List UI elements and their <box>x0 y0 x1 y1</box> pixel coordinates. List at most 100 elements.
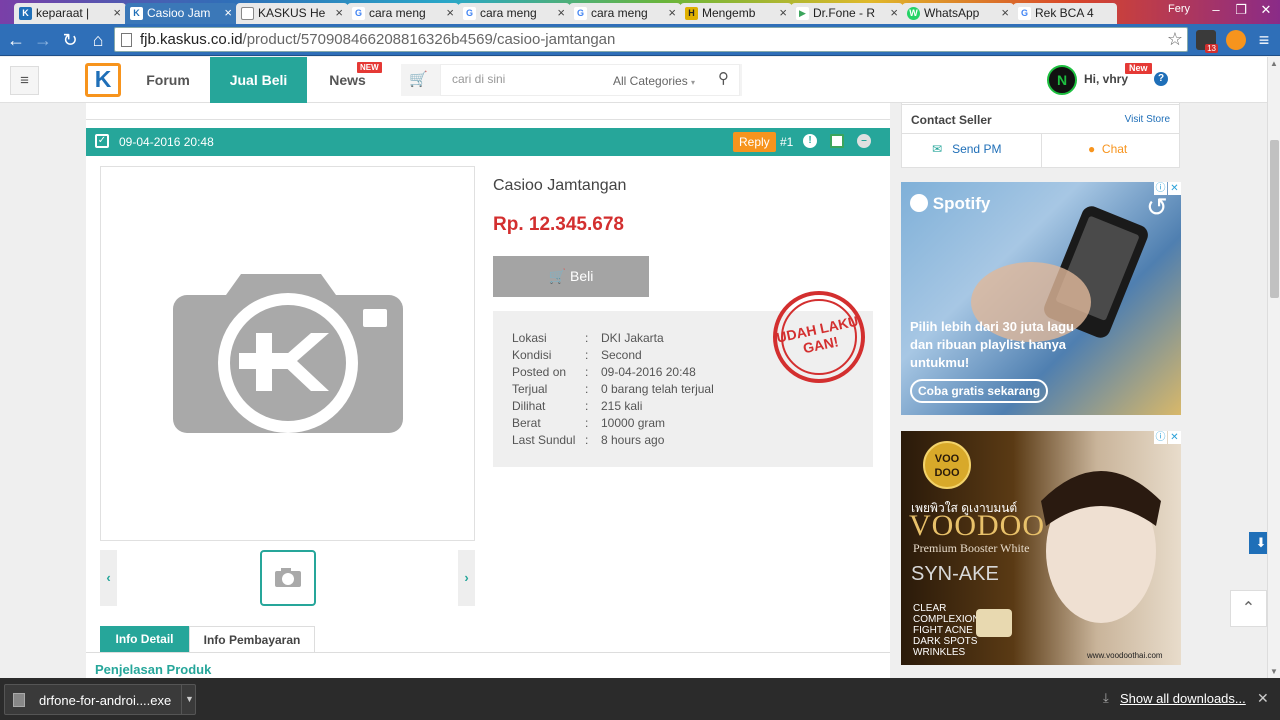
bookmark-star-icon[interactable]: ☆ <box>1167 29 1183 50</box>
browser-menu-icon[interactable]: ≡ <box>1252 28 1276 52</box>
ad-close-icon[interactable]: ✕ <box>1168 182 1181 195</box>
page-favicon-icon <box>241 7 254 20</box>
spotify-ad[interactable]: ⓘ ✕ Spotify ↺ Pilih lebih dari 30 juta l… <box>901 182 1181 415</box>
browser-tab[interactable]: W WhatsApp × <box>902 3 1014 24</box>
close-tab-icon[interactable]: × <box>224 5 232 20</box>
chat-button[interactable]: ● Chat <box>1088 142 1127 156</box>
detail-value: DKI Jakarta <box>601 331 664 345</box>
google-favicon-icon: G <box>1018 7 1031 20</box>
close-tab-icon[interactable]: × <box>446 5 454 20</box>
scroll-to-top-button[interactable]: ⌃ <box>1230 590 1267 627</box>
download-bar: drfone-for-androi....exe ▼ ⤓ Show all do… <box>0 678 1280 720</box>
browser-tab[interactable]: Gcara meng × <box>569 3 681 24</box>
ad-cta-button[interactable]: Coba gratis sekarang <box>910 379 1049 403</box>
close-download-bar-icon[interactable]: ✕ <box>1257 690 1269 707</box>
tab-info-detail[interactable]: Info Detail <box>100 626 189 653</box>
detail-key: Last Sundul <box>512 433 576 447</box>
tab-title: Casioo Jam <box>147 6 211 20</box>
send-pm-button[interactable]: ✉ Send PM <box>932 142 1001 156</box>
avatar[interactable]: N <box>1047 65 1077 95</box>
scroll-up-icon[interactable]: ▲ <box>1270 59 1278 68</box>
forward-icon[interactable]: → <box>31 28 55 52</box>
nav-jual-beli[interactable]: Jual Beli <box>210 57 307 103</box>
extension-icon[interactable]: 13 <box>1196 30 1218 53</box>
restore-icon[interactable]: ❐ <box>1230 2 1252 18</box>
download-arrow-icon[interactable]: ⬇ <box>1249 532 1267 554</box>
kaskus-logo[interactable]: K <box>85 63 121 97</box>
page-scrollbar[interactable]: ▲ ▼ <box>1267 57 1280 678</box>
download-item[interactable]: drfone-for-androi....exe ▼ <box>4 684 196 715</box>
tab-title: cara meng <box>591 6 648 20</box>
collapse-icon[interactable]: – <box>857 134 871 148</box>
close-tab-icon[interactable]: × <box>557 5 565 20</box>
scroll-down-icon[interactable]: ▼ <box>1270 667 1278 676</box>
chevron-left-icon[interactable]: ‹ <box>100 550 117 606</box>
reload-icon[interactable]: ↻ <box>58 28 82 52</box>
tab-info-pembayaran[interactable]: Info Pembayaran <box>189 626 315 653</box>
post-number[interactable]: #1 <box>780 135 793 149</box>
buy-label: Beli <box>569 268 594 284</box>
nav-forum[interactable]: Forum <box>127 57 209 103</box>
kaskus-favicon-icon: K <box>130 7 143 20</box>
ad-close-icon[interactable]: ✕ <box>1168 431 1181 444</box>
browser-profile-name[interactable]: Fery <box>1168 3 1190 15</box>
extension-fire-icon[interactable] <box>1226 30 1246 50</box>
browser-tab[interactable]: Gcara meng × <box>347 3 459 24</box>
product-jar <box>976 609 1012 637</box>
reply-button[interactable]: Reply <box>733 132 776 152</box>
ad-headline: Pilih lebih dari 30 juta lagu dan ribuan… <box>910 319 1074 370</box>
browser-tab-active[interactable]: K Casioo Jam × <box>125 3 237 24</box>
close-tab-icon[interactable]: × <box>668 5 676 20</box>
close-tab-icon[interactable]: × <box>779 5 787 20</box>
browser-tab[interactable]: ▶ Dr.Fone - R × <box>791 3 903 24</box>
buy-button[interactable]: 🛒 Beli <box>493 256 649 297</box>
ad-subtitle: Premium Booster White <box>913 541 1030 555</box>
browser-tab[interactable]: G Rek BCA 4 <box>1013 3 1117 24</box>
tab-title: KASKUS He <box>258 6 326 20</box>
product-title: Casioo Jamtangan <box>493 177 627 194</box>
visit-store-link[interactable]: Visit Store <box>1125 114 1170 125</box>
camera-thumbnail-icon <box>275 568 301 587</box>
close-window-icon[interactable]: ✕ <box>1255 2 1277 18</box>
download-icon: ⤓ <box>1103 690 1109 705</box>
browser-tab[interactable]: Gcara meng × <box>458 3 570 24</box>
product-photo[interactable] <box>100 166 475 541</box>
search-icon[interactable]: ⚲ <box>718 69 729 87</box>
tab-title: keparaat | <box>36 6 90 20</box>
report-icon[interactable]: ! <box>803 134 817 148</box>
detail-key: Terjual <box>512 382 548 396</box>
spotify-icon <box>910 194 928 212</box>
scrollbar-thumb[interactable] <box>1270 140 1279 298</box>
close-tab-icon[interactable]: × <box>113 5 121 20</box>
thumbnail[interactable] <box>260 550 316 606</box>
checkbox-icon[interactable]: ✓ <box>95 134 109 148</box>
browser-tab[interactable]: H Mengemb × <box>680 3 792 24</box>
close-tab-icon[interactable]: × <box>890 5 898 20</box>
hamburger-menu-icon[interactable]: ≡ <box>10 66 39 95</box>
thumbnail-strip: ‹ › <box>100 550 475 606</box>
send-icon: ✉ <box>932 142 943 156</box>
help-icon[interactable]: ? <box>1154 72 1168 86</box>
chevron-right-icon[interactable]: › <box>458 550 475 606</box>
ad-brand: VOODOO <box>909 509 1045 542</box>
close-tab-icon[interactable]: × <box>1001 5 1009 20</box>
address-bar[interactable]: fjb.kaskus.co.id/product/570908466208816… <box>114 27 1188 52</box>
back-icon[interactable]: ← <box>4 28 28 52</box>
user-greeting[interactable]: Hi, vhry <box>1084 72 1128 86</box>
voodoo-ad[interactable]: ⓘ ✕ VOO DOO เพยพิวใส ดูเงาบมนต์ VOODOO P… <box>901 431 1181 665</box>
ad-info-icon[interactable]: ⓘ <box>1154 431 1167 444</box>
share-icon[interactable] <box>830 134 844 148</box>
ad-claim: DARK SPOTS <box>913 636 978 647</box>
home-icon[interactable]: ⌂ <box>86 28 110 52</box>
minimize-icon[interactable]: – <box>1205 2 1227 17</box>
chevron-down-icon[interactable]: ▼ <box>181 685 197 714</box>
browser-tab[interactable]: KASKUS He × <box>236 3 348 24</box>
category-select[interactable]: All Categories ▾ <box>613 74 695 88</box>
chat-label: Chat <box>1101 142 1128 156</box>
close-tab-icon[interactable]: × <box>335 5 343 20</box>
browser-tab[interactable]: Kkeparaat | × <box>14 3 126 24</box>
detail-value: 10000 gram <box>601 416 666 430</box>
replay-icon[interactable]: ↺ <box>1146 192 1168 223</box>
show-all-downloads-link[interactable]: Show all downloads... <box>1120 691 1246 706</box>
url-host: fjb.kaskus.co.id <box>140 31 243 48</box>
